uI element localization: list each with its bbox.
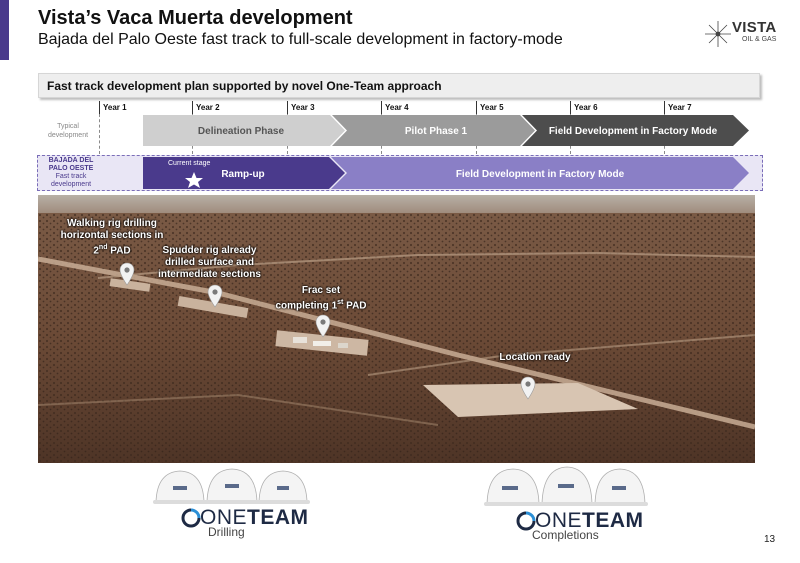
- year-divider: [99, 114, 100, 154]
- callout-line: Walking rig drilling: [67, 218, 157, 229]
- callout-line: Spudder rig already: [162, 245, 257, 256]
- year-label: Year 5: [476, 101, 504, 114]
- page-title: Vista’s Vaca Muerta development: [38, 7, 353, 29]
- year-label: Year 2: [192, 101, 220, 114]
- typical-development-label: Typical development: [47, 123, 89, 139]
- phase-label: Field Development in Factory Mode: [549, 126, 718, 137]
- logo-subtext: OIL & GAS: [742, 36, 777, 43]
- location-pin-icon: [315, 314, 331, 338]
- drilling-helmets-icon: [153, 468, 310, 504]
- year-label: Year 7: [664, 101, 692, 114]
- typical-phase-arrows: Delineation Phase Pilot Phase 1 Field De…: [143, 115, 749, 146]
- page-number: 13: [764, 534, 776, 545]
- bpo-label-line: Fast track: [55, 173, 87, 180]
- oneteam-team: TEAM: [247, 506, 309, 529]
- callout-line: intermediate sections: [158, 269, 261, 280]
- oneteam-logo-icon: [181, 508, 201, 528]
- bpo-phase-arrows: Ramp-up Field Development in Factory Mod…: [143, 157, 749, 189]
- current-stage-label: Current stage: [168, 160, 211, 167]
- completions-caption: Completions: [532, 528, 599, 542]
- left-accent-bar: [0, 0, 9, 60]
- callout-spudder-rig: Spudder rig already drilled surface and …: [152, 245, 267, 281]
- callout-line: drilled surface and: [165, 257, 254, 268]
- year-label: Year 4: [381, 101, 409, 114]
- page-subtitle: Bajada del Palo Oeste fast track to full…: [38, 31, 563, 48]
- location-pin-icon: [520, 376, 536, 400]
- banner-text: Fast track development plan supported by…: [47, 79, 442, 93]
- drilling-caption: Drilling: [208, 525, 245, 539]
- phase-label: Ramp-up: [221, 169, 264, 180]
- callout-location-ready: Location ready: [480, 352, 590, 364]
- callout-line: horizontal sections in: [60, 230, 164, 241]
- completions-helmets-icon: [484, 466, 648, 506]
- callout-frac-set: Frac set completing 1st PAD: [266, 285, 376, 312]
- year-label: Year 6: [570, 101, 598, 114]
- callout-line: Frac set: [301, 285, 341, 296]
- star-icon: [705, 21, 731, 47]
- section-banner: Fast track development plan supported by…: [38, 73, 760, 98]
- bpo-label-line: PALO OESTE: [48, 165, 94, 172]
- year-label: Year 3: [287, 101, 315, 114]
- phase-label: Delineation Phase: [198, 126, 285, 137]
- phase-label: Pilot Phase 1: [405, 126, 468, 137]
- callout-line: Location ready: [499, 352, 571, 363]
- bpo-label: BAJADA DEL PALO OESTE Fast track develop…: [40, 157, 102, 189]
- location-pin-icon: [207, 284, 223, 308]
- logo-wordmark: VISTA: [732, 19, 777, 36]
- location-pin-icon: [119, 262, 135, 286]
- phase-label: Field Development in Factory Mode: [456, 169, 625, 180]
- bpo-label-line: BAJADA DEL: [48, 157, 94, 164]
- bpo-label-line: development: [50, 181, 92, 188]
- year-label: Year 1: [99, 101, 127, 114]
- callout-line: completing 1st PAD: [275, 299, 367, 312]
